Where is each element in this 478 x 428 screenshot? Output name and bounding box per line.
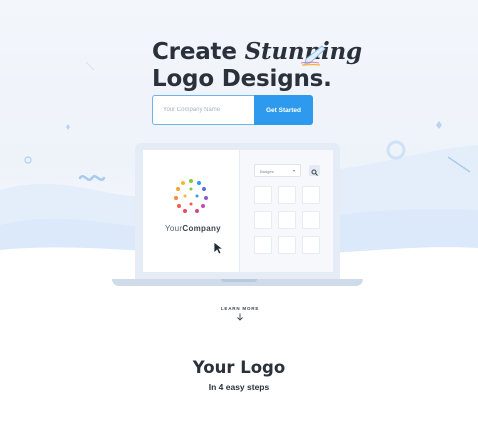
section-title: Your Logo: [192, 358, 286, 377]
badge-tile[interactable]: [278, 236, 296, 254]
logo-text-bold: Company: [182, 224, 221, 233]
logo-company-name: YourCompany: [165, 224, 221, 233]
badges-dropdown[interactable]: Badges ▾: [254, 164, 301, 177]
badge-tile[interactable]: [302, 236, 320, 254]
logo-mark-icon: [174, 179, 208, 213]
learn-more-label: LEARN MORE: [220, 306, 260, 311]
headline-create: Create: [152, 39, 237, 65]
search-icon: [311, 169, 318, 176]
badge-tile[interactable]: [254, 236, 272, 254]
badge-tile[interactable]: [302, 211, 320, 229]
badge-tile[interactable]: [278, 186, 296, 204]
ring-decoration: [386, 140, 406, 160]
get-started-button[interactable]: Get Started: [254, 95, 313, 125]
badge-tile[interactable]: [302, 186, 320, 204]
search-button[interactable]: [309, 165, 320, 176]
cursor-icon: [213, 241, 224, 255]
signup-form: Get Started: [152, 95, 313, 125]
pencil-icon: [300, 45, 326, 66]
learn-more-link[interactable]: LEARN MORE: [214, 306, 266, 321]
badge-tile[interactable]: [254, 186, 272, 204]
headline-line-two: Logo Designs.: [152, 66, 332, 92]
company-name-input[interactable]: [152, 95, 254, 125]
circle-decoration: [24, 156, 32, 164]
badge-tile[interactable]: [278, 211, 296, 229]
laptop-notch: [221, 279, 257, 282]
chevron-down-icon: ▾: [292, 168, 295, 173]
arrow-down-icon: [237, 313, 243, 321]
section-subtitle: In 4 easy steps: [208, 382, 270, 392]
badge-tile[interactable]: [254, 211, 272, 229]
badges-dropdown-label: Badges: [260, 169, 274, 174]
squiggle-decoration: [78, 175, 106, 181]
logo-text-light: Your: [165, 224, 183, 233]
